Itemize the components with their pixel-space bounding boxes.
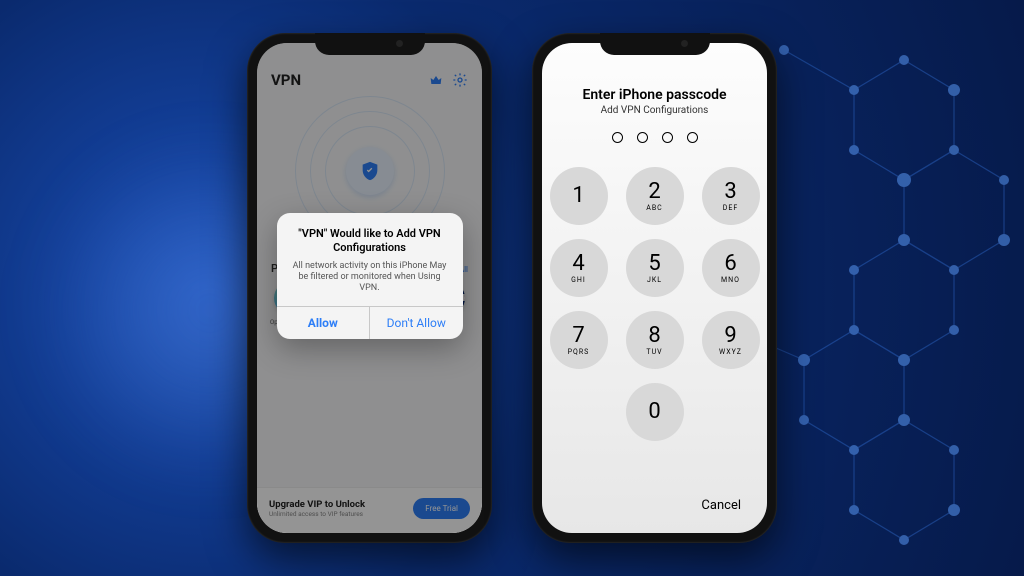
key-8[interactable]: 8TUV	[626, 311, 684, 369]
dont-allow-button[interactable]: Don't Allow	[369, 307, 463, 339]
phone-vpn-app: VPN Tap to connect or disconnect Popular…	[247, 33, 492, 543]
alert-message: All network activity on this iPhone May …	[289, 261, 451, 295]
key-5[interactable]: 5JKL	[626, 239, 684, 297]
key-6[interactable]: 6MNO	[702, 239, 760, 297]
passcode-dots	[542, 132, 767, 143]
key-7[interactable]: 7PQRS	[550, 311, 608, 369]
phone-passcode: Enter iPhone passcode Add VPN Configurat…	[532, 33, 777, 543]
key-3[interactable]: 3DEF	[702, 167, 760, 225]
key-0[interactable]: 0	[626, 383, 684, 441]
notch	[315, 33, 425, 55]
key-9[interactable]: 9WXYZ	[702, 311, 760, 369]
notch	[600, 33, 710, 55]
passcode-dot	[612, 132, 623, 143]
allow-button[interactable]: Allow	[277, 307, 370, 339]
key-1[interactable]: 1	[550, 167, 608, 225]
passcode-dot	[687, 132, 698, 143]
vpn-config-alert: "VPN" Would like to Add VPN Configuratio…	[277, 213, 463, 339]
numeric-keypad: 1 2ABC 3DEF 4GHI 5JKL 6MNO 7PQRS 8TUV 9W…	[542, 167, 767, 441]
key-2[interactable]: 2ABC	[626, 167, 684, 225]
alert-title: "VPN" Would like to Add VPN Configuratio…	[289, 227, 451, 256]
passcode-dot	[637, 132, 648, 143]
passcode-subtitle: Add VPN Configurations	[542, 105, 767, 116]
cancel-button[interactable]: Cancel	[701, 498, 741, 513]
passcode-dot	[662, 132, 673, 143]
key-4[interactable]: 4GHI	[550, 239, 608, 297]
passcode-title: Enter iPhone passcode	[542, 87, 767, 103]
